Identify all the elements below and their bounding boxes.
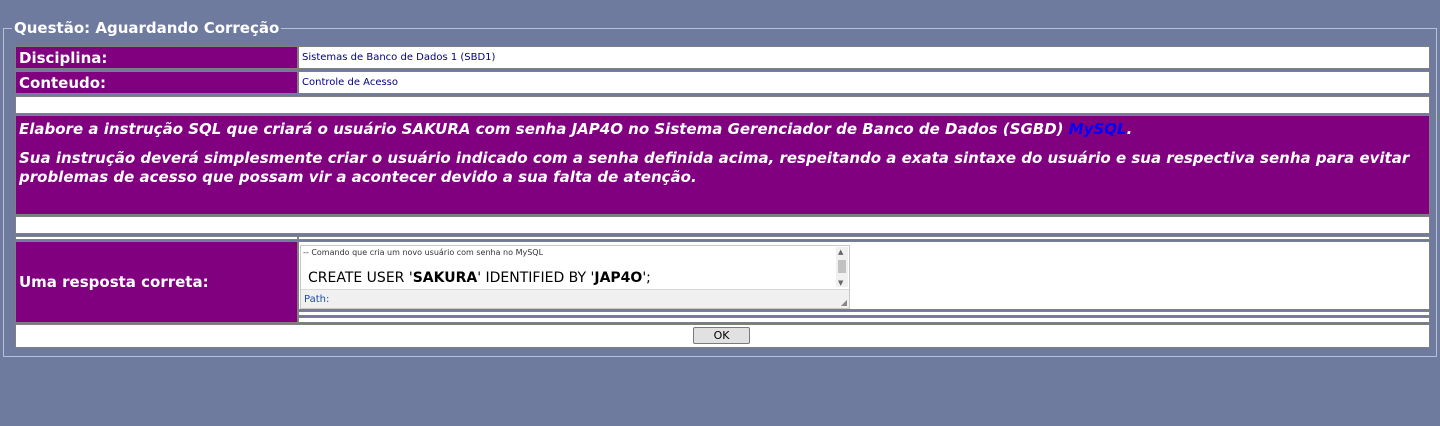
answer-label: Uma resposta correta: bbox=[19, 273, 209, 291]
scroll-thumb[interactable] bbox=[838, 260, 846, 273]
spacer-row-2 bbox=[15, 216, 1430, 234]
editor-scrollbar[interactable]: ▲ ▼ bbox=[836, 247, 848, 287]
answer-label-cell: Uma resposta correta: bbox=[15, 241, 298, 323]
code-user: SAKURA bbox=[412, 270, 478, 286]
disciplina-label: Disciplina: bbox=[15, 46, 298, 69]
code-part-2: ' IDENTIFIED BY ' bbox=[477, 270, 595, 286]
mysql-link[interactable]: MySQL bbox=[1069, 120, 1127, 138]
answer-code-editor[interactable]: -- Comando que cria um novo usuário com … bbox=[300, 245, 850, 309]
code-line: CREATE USER 'SAKURA' IDENTIFIED BY 'JAP4… bbox=[308, 270, 651, 286]
divider-cell-right bbox=[298, 236, 1430, 240]
divider-cell-left bbox=[15, 236, 298, 240]
conteudo-label: Conteudo: bbox=[15, 71, 298, 94]
question-paragraph-2: Sua instrução deverá simplesmente criar … bbox=[19, 149, 1410, 186]
conteudo-value: Controle de Acesso bbox=[298, 71, 1430, 94]
disciplina-value: Sistemas de Banco de Dados 1 (SBD1) bbox=[298, 46, 1430, 69]
question-line1-text: Elabore a instrução SQL que criará o usu… bbox=[19, 120, 1069, 138]
path-label: Path: bbox=[304, 294, 330, 305]
panel-legend: Questão: Aguardando Correção bbox=[14, 19, 280, 37]
question-text: Elabore a instrução SQL que criará o usu… bbox=[15, 115, 1430, 215]
resize-handle-icon[interactable]: ◢ bbox=[841, 298, 847, 307]
code-password: JAP4O bbox=[594, 270, 643, 286]
editor-path-bar: Path: bbox=[301, 289, 849, 308]
question-line1-end: . bbox=[1126, 120, 1133, 138]
answer-sub-row-1 bbox=[298, 311, 1430, 316]
code-part-1: CREATE USER ' bbox=[308, 270, 413, 286]
spacer-row bbox=[15, 96, 1430, 114]
ok-button[interactable]: OK bbox=[693, 327, 750, 344]
code-comment: -- Comando que cria um novo usuário com … bbox=[303, 248, 544, 257]
scroll-up-icon[interactable]: ▲ bbox=[838, 248, 843, 256]
code-part-3: '; bbox=[642, 270, 651, 286]
question-paragraph-1: Elabore a instrução SQL que criará o usu… bbox=[19, 120, 1425, 139]
scroll-down-icon[interactable]: ▼ bbox=[838, 279, 843, 287]
answer-sub-row-2 bbox=[298, 317, 1430, 323]
